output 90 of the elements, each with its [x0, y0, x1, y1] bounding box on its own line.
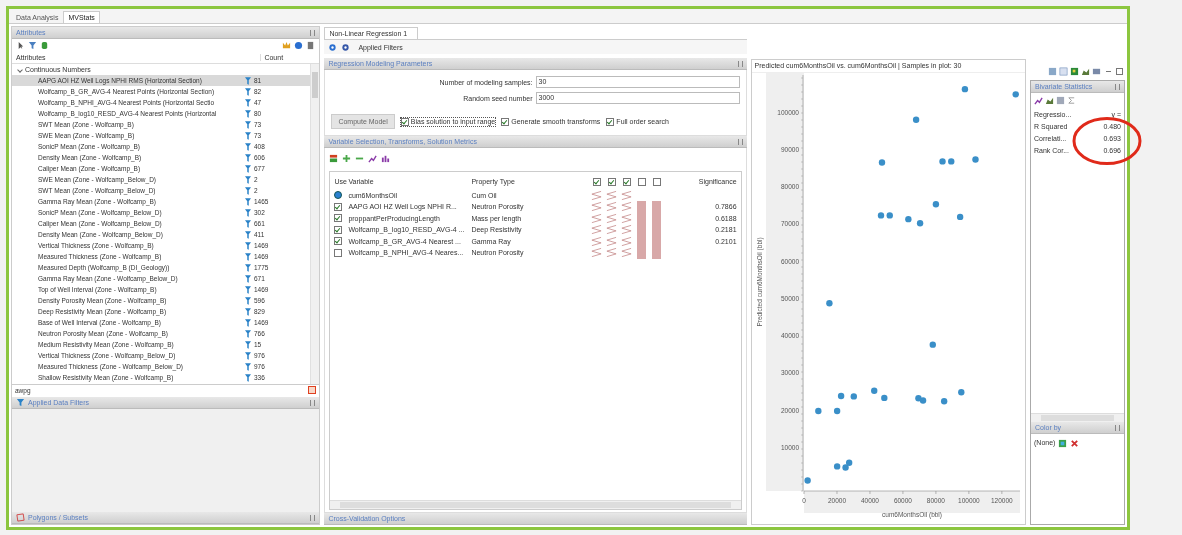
pin-icon[interactable]	[310, 514, 316, 521]
transform-curve-icon	[606, 224, 618, 236]
scatter-point	[833, 407, 840, 415]
polygon-icon	[16, 513, 25, 522]
scatter-point	[803, 477, 811, 484]
scatter-point	[1012, 91, 1019, 98]
color-square-icon[interactable]	[1058, 439, 1068, 448]
scatter-point	[850, 393, 857, 400]
scatter-point	[837, 392, 844, 400]
transform-curve-icon	[591, 247, 603, 259]
database-icon[interactable]	[40, 40, 49, 50]
transform-curve-icon	[606, 189, 618, 201]
transform-curve-icon	[606, 212, 618, 224]
scatter-point	[878, 159, 885, 166]
use-checkbox[interactable]	[334, 202, 343, 211]
filter-icon[interactable]	[28, 40, 37, 50]
scatter-point	[877, 212, 884, 219]
pin-icon[interactable]	[1115, 83, 1120, 90]
scrollbar[interactable]	[1031, 413, 1124, 422]
maximize-icon[interactable]	[1116, 67, 1123, 75]
filter-icon	[16, 398, 25, 407]
transform-curve-icon	[591, 235, 603, 247]
column-checkbox[interactable]	[622, 177, 631, 186]
crown-icon[interactable]	[282, 40, 292, 50]
scatter-point	[870, 387, 877, 394]
use-checkbox[interactable]	[334, 225, 343, 234]
annotation-ellipse	[1072, 117, 1142, 165]
use-checkbox[interactable]	[334, 237, 343, 246]
bar-cell	[652, 201, 662, 213]
scatter-point	[932, 201, 939, 208]
column-checkbox[interactable]	[652, 177, 661, 186]
blob-icon[interactable]	[294, 40, 304, 50]
transform-curve-icon	[591, 189, 603, 201]
sigma-icon[interactable]	[1067, 96, 1076, 105]
transform-curve-icon	[621, 224, 633, 236]
scatter-point	[956, 213, 963, 221]
scatter-point	[886, 212, 893, 219]
clear-icon[interactable]	[308, 386, 317, 394]
scatter-point	[957, 389, 965, 396]
pin-icon[interactable]	[737, 138, 743, 145]
scatter-point	[940, 398, 947, 405]
pin-icon[interactable]	[1115, 424, 1120, 431]
target-icon	[334, 191, 343, 200]
close-icon[interactable]	[1070, 439, 1080, 448]
transform-curve-icon	[591, 201, 603, 213]
scrollbar[interactable]	[310, 64, 320, 384]
column-checkbox[interactable]	[607, 177, 616, 186]
area-chart-icon[interactable]	[1045, 96, 1054, 105]
bar-cell	[637, 201, 647, 213]
scrollbar[interactable]	[330, 500, 741, 509]
document-icon[interactable]	[306, 40, 316, 50]
transform-curve-icon	[621, 201, 633, 213]
column-checkbox[interactable]	[592, 177, 601, 186]
scatter-point	[971, 156, 979, 163]
transform-curve-icon	[621, 189, 633, 201]
scatter-point	[904, 215, 912, 223]
chart-icon[interactable]	[381, 154, 391, 163]
pin-icon[interactable]	[310, 399, 316, 406]
table-icon[interactable]	[1056, 96, 1065, 105]
transform-curve-icon	[606, 247, 618, 259]
scatter-point	[880, 394, 888, 402]
minimize-icon[interactable]	[1106, 70, 1111, 72]
transform-curve-icon	[591, 212, 603, 224]
scatter-point	[912, 116, 919, 123]
transform-curve-icon	[621, 235, 633, 247]
scatter-point	[814, 407, 822, 415]
pin-icon[interactable]	[310, 29, 316, 36]
map-icon[interactable]	[1070, 66, 1079, 76]
cursor-icon[interactable]	[16, 40, 25, 50]
scatter-point	[961, 85, 968, 93]
transform-curve-icon	[621, 247, 633, 259]
scatter-point	[929, 341, 936, 348]
picture-icon[interactable]	[1092, 66, 1101, 76]
chart-icon[interactable]	[368, 154, 378, 163]
transform-curve-icon	[591, 224, 603, 236]
transform-curve-icon	[606, 235, 618, 247]
scatter-point	[825, 300, 833, 307]
chart-icon[interactable]	[1034, 96, 1043, 105]
scatter-point	[916, 220, 923, 227]
use-checkbox[interactable]	[334, 214, 343, 223]
column-checkbox[interactable]	[637, 177, 646, 186]
transform-curve-icon	[606, 201, 618, 213]
bar-cell	[652, 247, 662, 259]
grid-icon[interactable]	[1048, 66, 1057, 76]
bar-cell	[637, 247, 647, 259]
add-icon[interactable]	[342, 154, 352, 163]
table-icon[interactable]	[329, 154, 339, 163]
pin-icon[interactable]	[737, 60, 743, 67]
use-checkbox[interactable]	[334, 248, 343, 257]
transform-curve-icon	[621, 212, 633, 224]
